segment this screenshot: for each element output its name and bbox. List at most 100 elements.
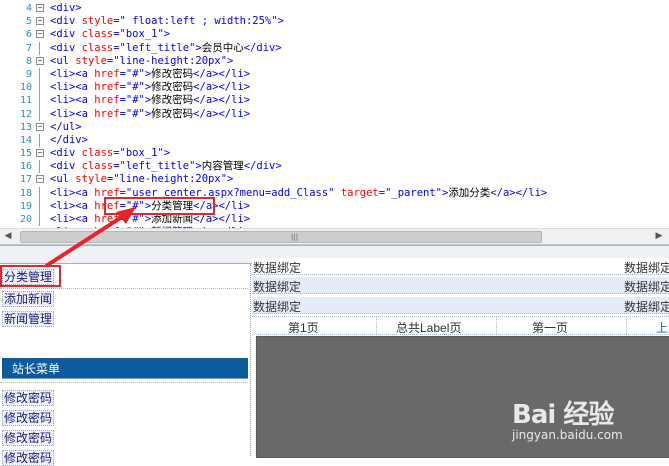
code-text[interactable]: <li><a href="#">修改密码</a></li> [50,68,250,81]
code-tag: <ul [50,173,76,186]
line-number: 5 [25,16,32,28]
link-news-manage[interactable]: 新闻管理 [2,311,55,327]
code-lines[interactable]: 4− <div> 5− <div style=" float:left ; width… [0,2,669,232]
code-tag: ="#"> [119,107,152,120]
code-line[interactable]: 19 <li><a href="#">分类管理</a></li> [0,199,669,213]
line-number: 10 [19,82,32,94]
code-tag: =" float:left ; width:25%"> [113,15,284,28]
code-tag: </div> [50,133,88,146]
fold-toggle-icon[interactable]: − [36,4,44,12]
fold-toggle-icon[interactable]: − [36,17,44,26]
code-attr: href [94,94,120,107]
fold-guide [39,81,40,95]
fold-toggle-icon[interactable]: − [36,30,44,39]
code-line[interactable]: 10 <li><a href="#">修改密码</a></li> [0,81,669,95]
code-text[interactable]: <div style=" float:left ; width:25%"> [50,15,284,28]
fold-guide [39,213,40,227]
grid-cell: 数据绑定 [624,300,669,314]
code-line[interactable]: 17− <ul style="line-height:20px"> [0,173,669,186]
code-content: 内容管理 [201,160,244,173]
code-text[interactable]: <div class="box_1"> [50,28,170,41]
fold-guide [39,67,40,82]
code-text[interactable]: <li><a href="#">修改密码</a></li> [50,81,250,94]
code-tag: <div [50,147,82,160]
code-tag: <div [50,28,82,41]
link-change-password[interactable]: 修改密码 [2,430,55,446]
code-text[interactable]: <div class="left_title">会员中心</div> [50,42,282,55]
line-number: 14 [19,134,32,146]
link-change-password[interactable]: 修改密码 [2,410,55,426]
code-editor[interactable]: 4− <div> 5− <div style=" float:left ; width… [0,0,669,245]
admin-menu-header: 站长菜单 [2,358,248,379]
link-change-password[interactable]: 修改密码 [2,390,55,406]
code-tag: <li><a [50,94,95,107]
line-number: 11 [19,95,32,107]
fold-toggle-icon[interactable]: − [36,149,44,158]
code-line[interactable]: 7 <div class="left_title">会员中心</div> [0,41,669,55]
link-add-news[interactable]: 添加新闻 [2,291,55,307]
code-content: 会员中心 [201,41,244,54]
code-tag: ="left_title"> [113,41,202,54]
code-line[interactable]: 11 <li><a href="#">修改密码</a></li> [0,94,669,108]
line-number: 15 [19,148,32,160]
fold-toggle-icon[interactable]: − [36,56,44,65]
code-tag: ="#"> [119,67,152,80]
code-line[interactable]: 9 <li><a href="#">修改密码</a></li> [0,67,669,82]
fold-toggle-icon[interactable]: − [36,175,44,184]
horizontal-scrollbar[interactable]: ◀ ||| ▶ [0,228,669,244]
code-tag: <div [50,15,82,28]
scrollbar-thumb[interactable]: ||| [20,231,542,243]
scrollbar-grip-icon: ||| [291,233,299,241]
code-line[interactable]: 13− </ul> [0,121,669,134]
code-tag: ="#"> [119,94,152,107]
line-number: 6 [25,29,32,41]
pager-first-link[interactable]: 第一页 [532,319,568,336]
code-tag: <div> [50,2,82,14]
code-line[interactable]: 15− <div class="box_1"> [0,147,669,160]
code-line[interactable]: 16 <div class="left_title">内容管理</div> [0,160,669,174]
code-tag: </a></li> [193,81,251,94]
code-text[interactable]: <div class="box_1"> [50,147,170,160]
link-change-password[interactable]: 修改密码 [2,450,55,466]
code-text[interactable]: <ul style="line-height:20px"> [50,55,233,68]
divider [376,317,377,334]
code-text[interactable]: <li><a href="#">修改密码</a></li> [50,94,250,107]
code-line[interactable]: 18 <li><a href="user_center.aspx?menu=add… [0,186,669,200]
code-attr: class [81,160,114,173]
code-text[interactable]: <div> [50,2,82,15]
pager-prev-link[interactable]: 上 [656,319,668,336]
code-line[interactable]: 8− <ul style="line-height:20px"> [0,55,669,68]
code-line[interactable]: 12 <li><a href="#">修改密码</a></li> [0,107,669,121]
code-text[interactable]: <div class="left_title">内容管理</div> [50,160,282,173]
code-text[interactable]: <li><a href="#">修改密码</a></li> [50,108,250,121]
fold-guide [39,107,40,121]
code-text[interactable]: </div> [50,134,88,147]
code-attr: class [81,28,114,41]
grid-cell: 数据绑定 [624,280,669,294]
pager-current-page: 第1页 [288,321,319,335]
line-number: 12 [19,108,32,120]
code-line[interactable]: 4− <div> [0,2,669,15]
scroll-left-arrow-icon[interactable]: ◀ [2,231,14,242]
code-tag: </div> [243,41,282,54]
code-tag: <li><a [50,81,95,94]
code-text[interactable]: <ul style="line-height:20px"> [50,173,233,186]
code-tag: ="line-height:20px"> [106,54,234,67]
code-attr: style [75,173,107,186]
code-line[interactable]: 6− <div class="box_1"> [0,28,669,41]
line-number: 9 [25,68,32,80]
code-text[interactable]: </ul> [50,121,82,134]
code-line[interactable]: 5− <div style=" float:left ; width:25%"> [0,15,669,28]
table-row: 数据绑定 数据绑定 [252,297,669,314]
code-line[interactable]: 20 <li><a href="#">添加新闻</a></li> [0,213,669,227]
code-tag: <li><a [50,199,95,212]
line-number: 18 [19,187,32,199]
code-attr: style [81,15,114,28]
code-attr: href [94,107,120,120]
fold-guide [39,199,40,213]
scroll-right-arrow-icon[interactable]: ▶ [653,231,665,242]
code-tag: <div [50,41,82,54]
code-line[interactable]: 14 </div> [0,133,669,148]
fold-toggle-icon[interactable]: − [36,122,44,131]
code-tag: ="#"> [119,81,152,94]
